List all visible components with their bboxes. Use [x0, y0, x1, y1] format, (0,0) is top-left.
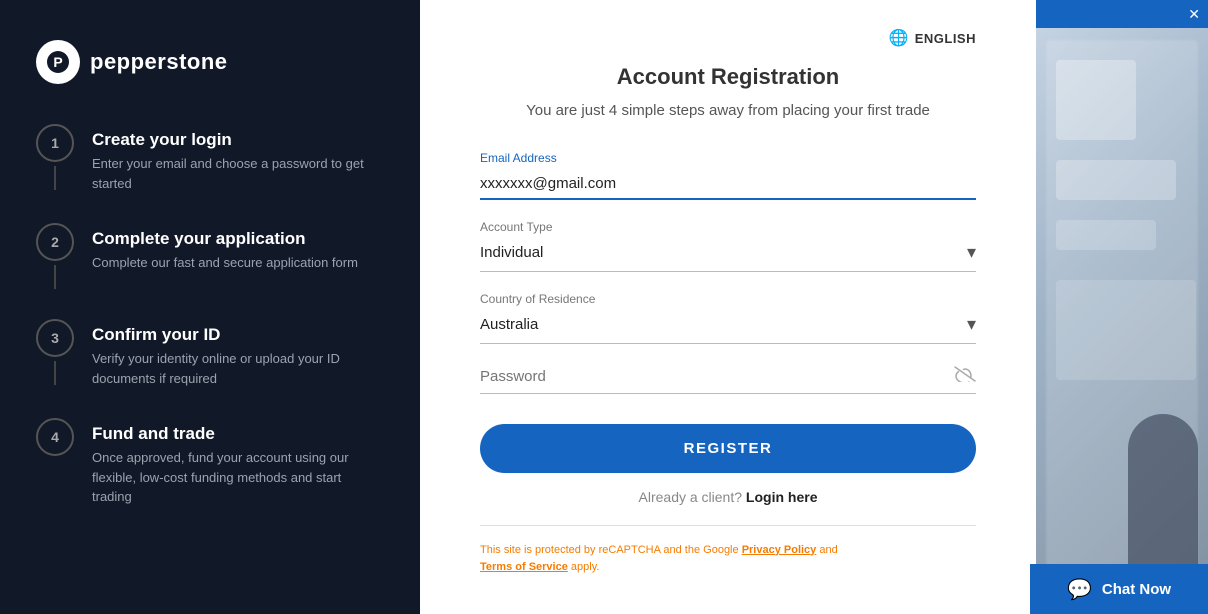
chat-label: Chat Now — [1102, 581, 1171, 598]
account-type-select-wrapper[interactable]: Account Type Individual ▾ — [480, 220, 976, 272]
step-circle-1: 1 — [36, 124, 74, 162]
recaptcha-text: This site is protected by reCAPTCHA and … — [480, 542, 976, 577]
logo-icon: P — [36, 40, 80, 84]
already-client-label: Already a client? — [639, 489, 743, 505]
recaptcha-apply: apply. — [571, 561, 600, 573]
step-item-4: 4 Fund and trade Once approved, fund you… — [36, 418, 384, 507]
step-title-1: Create your login — [92, 130, 384, 150]
lang-bar[interactable]: 🌐 ENGLISH — [480, 28, 976, 48]
logo-text: pepperstone — [90, 49, 228, 75]
step-line-1 — [54, 166, 56, 190]
right-background: ✕ — [1036, 0, 1208, 614]
step-title-4: Fund and trade — [92, 424, 384, 444]
step-desc-2: Complete our fast and secure application… — [92, 253, 358, 273]
privacy-policy-link[interactable]: Privacy Policy — [742, 544, 817, 556]
password-input[interactable] — [480, 364, 954, 389]
form-title: Account Registration — [480, 64, 976, 90]
step-content-3: Confirm your ID Verify your identity onl… — [92, 319, 384, 388]
step-line-2 — [54, 265, 56, 289]
account-type-value: Individual — [480, 244, 543, 261]
steps-list: 1 Create your login Enter your email and… — [36, 124, 384, 507]
step-title-2: Complete your application — [92, 229, 358, 249]
step-content-2: Complete your application Complete our f… — [92, 223, 358, 273]
step-circle-3: 3 — [36, 319, 74, 357]
password-row — [480, 364, 976, 389]
email-group: Email Address — [480, 151, 976, 200]
svg-text:P: P — [53, 54, 62, 70]
step-title-3: Confirm your ID — [92, 325, 384, 345]
password-wrapper — [480, 364, 976, 394]
chevron-down-icon: ▾ — [967, 242, 976, 263]
chat-bubble-icon: 💬 — [1067, 577, 1092, 602]
country-value: Australia — [480, 316, 538, 333]
globe-icon: 🌐 — [889, 28, 909, 48]
account-type-display[interactable]: Individual ▾ — [480, 238, 976, 267]
step-item-2: 2 Complete your application Complete our… — [36, 223, 384, 319]
country-chevron-icon: ▾ — [967, 314, 976, 335]
step-item-3: 3 Confirm your ID Verify your identity o… — [36, 319, 384, 418]
password-group — [480, 364, 976, 394]
left-panel: P pepperstone 1 Create your login Enter … — [0, 0, 420, 614]
close-icon[interactable]: ✕ — [1188, 6, 1200, 23]
account-type-group: Account Type Individual ▾ — [480, 220, 976, 272]
step-content-1: Create your login Enter your email and c… — [92, 124, 384, 193]
step-desc-4: Once approved, fund your account using o… — [92, 448, 384, 507]
register-button[interactable]: REGISTER — [480, 424, 976, 473]
tos-link[interactable]: Terms of Service — [480, 561, 568, 573]
center-panel: 🌐 ENGLISH Account Registration You are j… — [420, 0, 1036, 614]
right-top-bar: ✕ — [1036, 0, 1208, 28]
country-select-wrapper[interactable]: Country of Residence Australia ▾ — [480, 292, 976, 344]
step-circle-4: 4 — [36, 418, 74, 456]
recaptcha-and: and — [819, 544, 837, 556]
divider — [480, 525, 976, 526]
country-label: Country of Residence — [480, 292, 976, 306]
country-display[interactable]: Australia ▾ — [480, 310, 976, 339]
form-subtitle: You are just 4 simple steps away from pl… — [480, 100, 976, 123]
right-panel: ✕ — [1036, 0, 1208, 614]
eye-slash-icon[interactable] — [954, 365, 976, 388]
email-input[interactable] — [480, 169, 976, 200]
chat-widget[interactable]: 💬 Chat Now — [1030, 564, 1208, 614]
account-type-label: Account Type — [480, 220, 976, 234]
login-here-link[interactable]: Login here — [746, 489, 818, 505]
country-group: Country of Residence Australia ▾ — [480, 292, 976, 344]
step-desc-1: Enter your email and choose a password t… — [92, 154, 384, 193]
step-line-3 — [54, 361, 56, 385]
step-content-4: Fund and trade Once approved, fund your … — [92, 418, 384, 507]
step-desc-3: Verify your identity online or upload yo… — [92, 349, 384, 388]
recaptcha-line1: This site is protected by reCAPTCHA and … — [480, 544, 739, 556]
lang-label: ENGLISH — [915, 31, 976, 46]
step-item-1: 1 Create your login Enter your email and… — [36, 124, 384, 223]
logo-area: P pepperstone — [36, 40, 384, 84]
email-label: Email Address — [480, 151, 976, 165]
step-circle-2: 2 — [36, 223, 74, 261]
already-client-text: Already a client? Login here — [480, 489, 976, 505]
